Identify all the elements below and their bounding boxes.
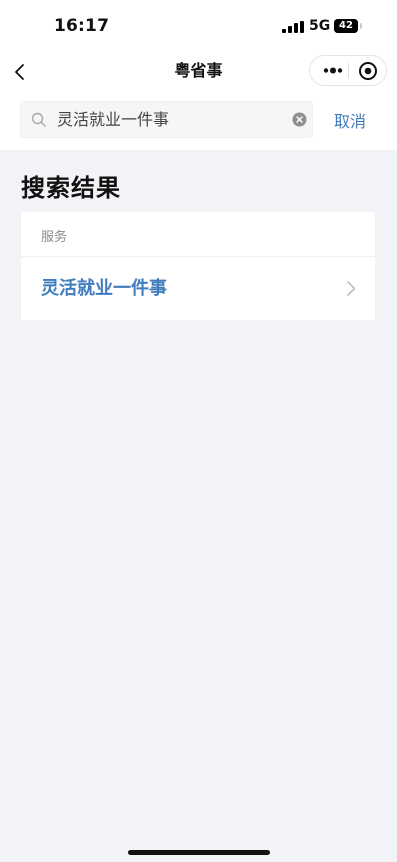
results-heading: 搜索结果: [21, 174, 121, 202]
battery-icon: 42: [334, 19, 358, 33]
result-item[interactable]: 灵活就业一件事: [21, 257, 375, 320]
battery-level: 42: [339, 20, 353, 31]
search-query: 灵活就业一件事: [57, 110, 170, 129]
chevron-left-icon: [15, 64, 24, 80]
signal-icon: [282, 21, 304, 33]
capsule-divider: [348, 63, 349, 78]
close-mini-program-button[interactable]: [357, 60, 379, 82]
section-label: 服务: [41, 230, 68, 245]
search-icon: [31, 112, 46, 127]
cancel-button[interactable]: 取消: [334, 108, 366, 132]
home-indicator: [128, 850, 270, 855]
chevron-right-icon: [347, 281, 356, 296]
result-item-label: 灵活就业一件事: [41, 278, 167, 299]
status-time: 16:17: [54, 16, 110, 36]
network-type: 5G: [309, 18, 331, 34]
navigation-bar: 粤省事: [0, 52, 397, 92]
mini-program-capsule: [309, 55, 387, 86]
clear-icon[interactable]: [292, 112, 307, 127]
status-bar: 16:17 5G 42: [0, 0, 397, 52]
target-icon: [359, 62, 377, 80]
search-input[interactable]: 灵活就业一件事: [20, 101, 313, 138]
battery-cap: [360, 23, 362, 29]
results-card: 服务 灵活就业一件事: [21, 212, 375, 320]
back-button[interactable]: [10, 58, 38, 86]
more-button[interactable]: [321, 56, 345, 85]
more-dots-icon: [323, 67, 343, 74]
